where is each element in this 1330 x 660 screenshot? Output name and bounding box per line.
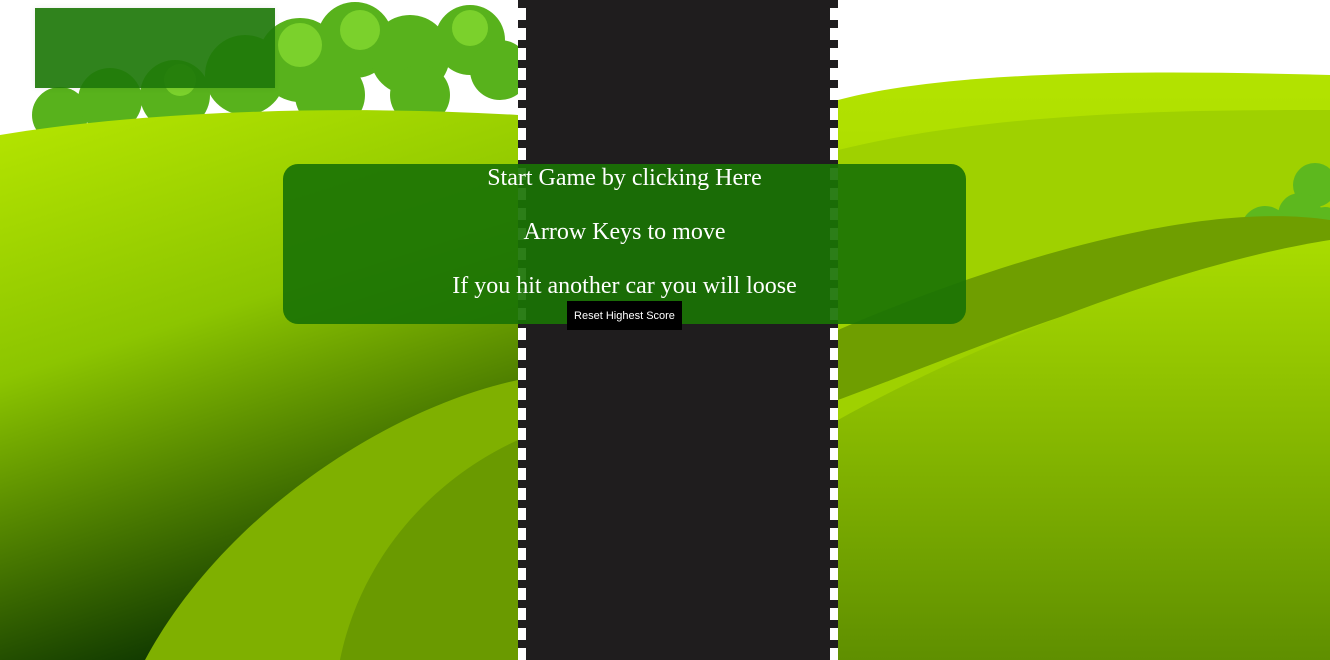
- start-game-instruction: Start Game by clicking Here: [487, 165, 762, 191]
- collision-warning: If you hit another car you will loose: [452, 273, 797, 299]
- controls-instruction: Arrow Keys to move: [523, 219, 726, 245]
- road-edge-left: [518, 0, 526, 660]
- start-game-panel[interactable]: Start Game by clicking Here Arrow Keys t…: [283, 164, 966, 324]
- reset-highest-score-button[interactable]: Reset Highest Score: [567, 301, 682, 330]
- road-edge-right: [830, 0, 838, 660]
- score-panel: [35, 8, 275, 88]
- road: [518, 0, 838, 660]
